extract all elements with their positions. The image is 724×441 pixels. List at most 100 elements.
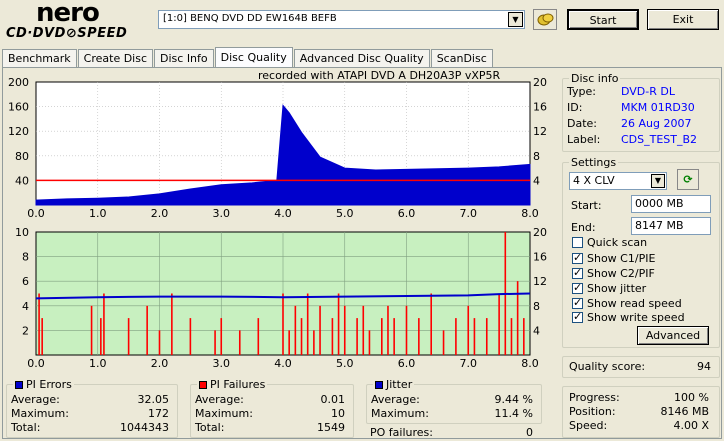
pi-errors-swatch [15, 381, 23, 389]
jitter-title: Jitter [373, 378, 415, 391]
exit-button[interactable]: Exit [647, 9, 719, 30]
date-label: Date: [567, 117, 597, 130]
y-left-tick-label: 2 [22, 324, 29, 337]
refresh-icon[interactable]: ⟳ [677, 169, 699, 190]
quality-score-label: Quality score: [569, 360, 646, 373]
y-right-tick-label: 16 [533, 101, 547, 114]
type-label: Type: [567, 85, 596, 98]
pi-failures-avg: 0.01 [320, 393, 346, 406]
progress-label: Progress: [569, 391, 620, 404]
y-right-tick-label: 8 [533, 300, 540, 313]
chevron-down-icon[interactable]: ▼ [651, 174, 665, 188]
pi-errors-max-label: Maximum: [11, 407, 69, 420]
x-tick-label: 7.0 [460, 207, 478, 220]
pi-errors-total: 1044343 [120, 421, 169, 434]
y-left-tick-label: 80 [15, 150, 29, 163]
x-tick-label: 6.0 [398, 357, 416, 370]
id-value: MKM 01RD30 [621, 101, 695, 114]
jitter-swatch [375, 381, 383, 389]
show-jitter-checkbox[interactable]: Show jitter [572, 281, 646, 295]
pi-failures-total: 1549 [317, 421, 345, 434]
x-tick-label: 8.0 [521, 207, 539, 220]
end-label: End: [571, 221, 596, 234]
checkbox-box [572, 266, 583, 279]
charts-area: 0.0 1.0 2.0 3.0 4.0 5.0 6.0 7.0 8.02001601208040… [8, 76, 547, 370]
y-left-tick-label: 4 [22, 300, 29, 313]
disc-info-title: Disc info [569, 72, 621, 85]
show-read-checkbox[interactable]: Show read speed [572, 296, 682, 310]
disc-info-group: Disc info Type: DVD-R DL ID: MKM 01RD30 … [562, 72, 720, 152]
x-tick-label: 7.0 [460, 357, 478, 370]
checkbox-box [572, 237, 583, 248]
settings-title: Settings [569, 156, 619, 169]
x-tick-label: 5.0 [336, 357, 354, 370]
pi-errors-total-label: Total: [11, 421, 41, 434]
progress-group: Progress: 100 % Position: 8146 MB Speed:… [562, 386, 720, 438]
show-c1-checkbox[interactable]: Show C1/PIE [572, 251, 656, 265]
show-write-checkbox[interactable]: Show write speed [572, 310, 685, 324]
type-value: DVD-R DL [621, 85, 675, 98]
progress-value: 100 % [674, 391, 709, 404]
checkbox-box [572, 296, 583, 309]
speed-select[interactable]: 4 X CLV ▼ [569, 172, 667, 190]
x-tick-label: 1.0 [89, 207, 107, 220]
pi-errors-max: 172 [148, 407, 169, 420]
pi-failures-total-label: Total: [195, 421, 225, 434]
label-label: Label: [567, 133, 601, 146]
y-right-tick-label: 12 [533, 125, 547, 138]
end-field[interactable]: 8147 MB [631, 217, 711, 235]
y-right-tick-label: 4 [533, 174, 540, 187]
x-tick-label: 4.0 [274, 207, 292, 220]
y-right-tick-label: 12 [533, 275, 547, 288]
y-right-tick-label: 4 [533, 324, 540, 337]
settings-group: Settings 4 X CLV ▼ ⟳ Start: 0000 MB End:… [562, 156, 720, 348]
start-field[interactable]: 0000 MB [631, 195, 711, 213]
x-tick-label: 2.0 [151, 207, 169, 220]
position-value: 8146 MB [660, 405, 709, 418]
jitter-avg-label: Average: [371, 393, 420, 406]
checkbox-box [572, 310, 583, 323]
y-right-tick-label: 20 [533, 76, 547, 89]
pi-errors-title: PI Errors [13, 378, 74, 391]
position-label: Position: [569, 405, 616, 418]
x-tick-label: 4.0 [274, 357, 292, 370]
pi-errors-group: PI Errors Average: 32.05 Maximum: 172 To… [6, 378, 178, 438]
pi-failures-max: 10 [331, 407, 345, 420]
label-value: CDS_TEST_B2 [621, 133, 698, 146]
show-read-label: Show read speed [587, 297, 682, 310]
pi-errors-avg-label: Average: [11, 393, 60, 406]
pi-failures-title: PI Failures [197, 378, 268, 391]
quality-score-value: 94 [697, 360, 711, 373]
show-c1-label: Show C1/PIE [587, 252, 656, 265]
start-button[interactable]: Start [567, 9, 639, 30]
pi-failures-max-label: Maximum: [195, 407, 253, 420]
pi-failures-group: PI Failures Average: 0.01 Maximum: 10 To… [190, 378, 354, 438]
x-tick-label: 0.0 [27, 207, 45, 220]
show-c2-checkbox[interactable]: Show C2/PIF [572, 266, 655, 280]
x-tick-label: 3.0 [213, 357, 231, 370]
x-tick-label: 3.0 [213, 207, 231, 220]
quick-scan-checkbox[interactable]: Quick scan [572, 236, 647, 249]
show-c2-label: Show C2/PIF [587, 267, 655, 280]
checkbox-box [572, 281, 583, 294]
y-right-tick-label: 20 [533, 226, 547, 239]
y-left-tick-label: 40 [15, 174, 29, 187]
jitter-avg: 9.44 % [494, 393, 533, 406]
pi-failures-avg-label: Average: [195, 393, 244, 406]
pi-failures-swatch [199, 381, 207, 389]
speed-value: 4.00 X [673, 419, 709, 432]
advanced-button[interactable]: Advanced [637, 326, 709, 345]
x-tick-label: 6.0 [398, 207, 416, 220]
date-value: 26 Aug 2007 [621, 117, 692, 130]
quality-score-group: Quality score: 94 [562, 356, 720, 378]
checkbox-box [572, 251, 583, 264]
x-tick-label: 8.0 [521, 357, 539, 370]
x-tick-label: 0.0 [27, 357, 45, 370]
po-failures-value: 0 [526, 426, 533, 439]
y-left-tick-label: 160 [8, 101, 29, 114]
y-left-tick-label: 200 [8, 76, 29, 89]
quick-scan-label: Quick scan [587, 236, 648, 249]
x-tick-label: 2.0 [151, 357, 169, 370]
start-label: Start: [571, 199, 602, 212]
jitter-max-label: Maximum: [371, 407, 429, 420]
